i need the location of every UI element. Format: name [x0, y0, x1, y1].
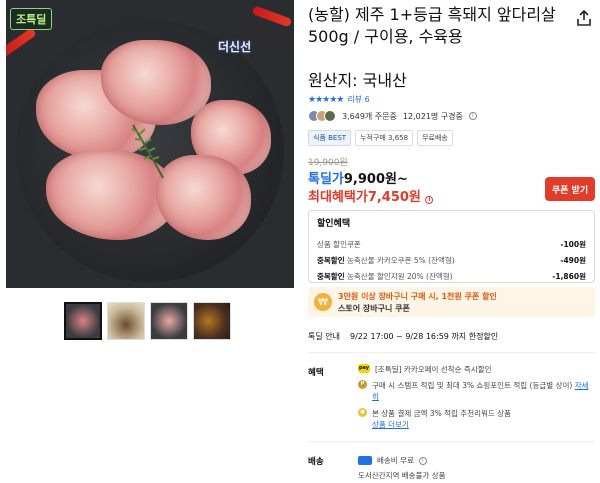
discount-line: 중복할인 농축산물 할인지원 20% (잔액형) -1,860원 — [317, 271, 586, 282]
discount-line-label: 농축산물 할인지원 20% (잔액형) — [347, 272, 453, 281]
product-origin: 원산지: 국내산 — [308, 71, 407, 90]
discount-line-label: 상품 할인쿠폰 — [317, 240, 361, 249]
deal-info-value: 9/22 17:00 ~ 9/28 16:59 까지 한정할인 — [349, 332, 499, 341]
product-details: (농할) 제주 1+등급 흑돼지 앞다리살 500g / 구이용, 수육용 원산… — [308, 0, 598, 483]
thumbnail-2[interactable] — [107, 302, 145, 340]
deal-info: 톡딜 안내 9/22 17:00 ~ 9/28 16:59 까지 한정할인 — [308, 331, 498, 342]
rosemary-garnish — [131, 124, 164, 179]
divider — [308, 441, 595, 442]
get-coupon-button[interactable]: 쿠폰 받기 — [545, 177, 595, 201]
avatar — [324, 110, 336, 122]
benefit-item: ● 본 상품 결제 금액 3% 적립 추천리워드 상품상품 더보기 — [358, 408, 593, 430]
buyer-count: 12,021명 구경중 — [402, 111, 463, 121]
rating-row: ★★★★★ 리뷰 6 — [308, 94, 370, 105]
max-benefit-label: 최대혜택가 — [308, 190, 368, 205]
discount-line-amount: -100원 — [560, 240, 586, 249]
promo-subtext: 스토어 장바구니 쿠폰 — [338, 303, 410, 313]
review-link[interactable]: 리뷰 6 — [347, 94, 369, 105]
share-icon — [577, 9, 591, 26]
chili-decoration — [251, 5, 293, 28]
discount-line-label: 농축산물 카카오쿠폰 5% (잔액형) — [347, 256, 455, 265]
deal-price-label: 톡딜가 — [308, 172, 344, 187]
thumbnail-1[interactable] — [64, 302, 102, 340]
product-gallery: 조특딜 더신선 — [6, 0, 294, 483]
truck-icon — [358, 456, 372, 465]
coupon-icon: ₩ — [314, 293, 332, 311]
benefits-label: 혜택 — [308, 368, 324, 378]
discount-line-amount: -490원 — [560, 256, 586, 265]
shipping-note: 도서산간지역 배송불가 상품 — [358, 470, 446, 481]
deal-badge: 조특딜 — [10, 8, 53, 30]
more-products-link[interactable]: 상품 더보기 — [372, 420, 409, 429]
discount-line-tag: 중복할인 — [317, 256, 345, 265]
original-price: 19,900원 — [308, 158, 348, 168]
discount-title: 할인혜택 — [317, 219, 351, 229]
reward-coin-icon: ● — [358, 408, 367, 417]
point-icon: P — [358, 380, 367, 389]
shipping-note-text: 도서산간지역 배송불가 상품 — [358, 471, 446, 480]
info-icon[interactable]: i — [468, 112, 477, 120]
star-rating-icon: ★★★★★ — [308, 94, 344, 105]
max-benefit-value: 7,450원 — [367, 190, 421, 205]
brand-watermark: 더신선 — [218, 40, 252, 54]
share-button[interactable] — [574, 8, 594, 28]
shipping-fee: 배송비 무료 i — [358, 455, 427, 466]
benefit-text: [조특딜] 카카오페이 선착순 즉시할인 — [375, 365, 492, 374]
thumbnail-strip — [64, 302, 231, 340]
tag-free-shipping: 무료배송 — [417, 130, 453, 146]
stats-row: 3,649개 주문중 12,021명 구경중 i — [308, 110, 477, 122]
order-count: 3,649개 주문중 — [342, 111, 397, 121]
cart-coupon-promo[interactable]: ₩ 3만원 이상 장바구니 구매 시, 1천원 쿠폰 할인 스토어 장바구니 쿠… — [308, 287, 595, 317]
deal-info-label: 톡딜 안내 — [308, 332, 340, 341]
discount-line: 중복할인 농축산물 카카오쿠폰 5% (잔액형) -490원 — [317, 255, 586, 266]
tag-food-best[interactable]: 식품 BEST — [308, 130, 352, 146]
promo-headline: 3만원 이상 장바구니 구매 시, 1천원 쿠폰 할인 — [338, 291, 497, 301]
deal-price: 톡딜가9,900원~ — [308, 168, 408, 187]
divider — [308, 352, 595, 353]
kakaopay-icon: pay — [358, 364, 370, 373]
product-title: (농할) 제주 1+등급 흑돼지 앞다리살 500g / 구이용, 수육용 — [308, 5, 556, 46]
buyer-avatars — [308, 110, 336, 122]
discount-line: 상품 할인쿠폰 -100원 — [317, 239, 586, 250]
benefit-item: P 구매 시 스탬프 적립 및 최대 3% 쇼핑포인트 적립 (등급별 상이) … — [358, 380, 593, 402]
tag-cumulative-purchase: 누적구매 3,658 — [355, 130, 414, 146]
thumbnail-4[interactable] — [193, 302, 231, 340]
deal-price-value: 9,900원~ — [343, 172, 408, 187]
info-icon[interactable]: i — [425, 196, 434, 204]
tags-row: 식품 BEST 누적구매 3,658 무료배송 — [308, 130, 453, 146]
thumbnail-3[interactable] — [150, 302, 188, 340]
info-icon[interactable]: i — [418, 456, 427, 465]
discount-line-amount: -1,860원 — [552, 272, 586, 281]
shipping-label: 배송 — [308, 457, 324, 467]
benefit-text: 본 상품 결제 금액 3% 적립 추천리워드 상품 — [372, 409, 511, 418]
discount-line-tag: 중복할인 — [317, 272, 345, 281]
max-benefit-price: 최대혜택가7,450원 i — [308, 186, 434, 205]
chili-decoration — [6, 27, 37, 58]
product-main-image[interactable]: 조특딜 더신선 — [6, 0, 294, 288]
discount-box: 할인혜택 상품 할인쿠폰 -100원 중복할인 농축산물 카카오쿠폰 5% (잔… — [308, 210, 595, 283]
shipping-fee-text: 배송비 무료 — [377, 456, 414, 465]
benefit-text: 구매 시 스탬프 적립 및 최대 3% 쇼핑포인트 적립 (등급별 상이) — [372, 381, 573, 390]
benefit-item: pay [조특딜] 카카오페이 선착순 즉시할인 — [358, 364, 593, 375]
